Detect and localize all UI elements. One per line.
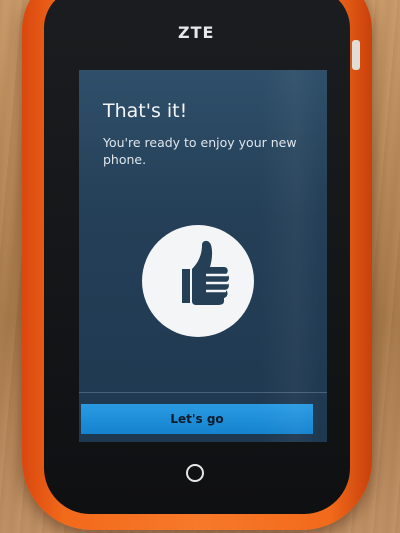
button-divider: [79, 392, 327, 393]
screen-subtitle: You're ready to enjoy your new phone.: [103, 135, 297, 167]
screen-title: That's it!: [103, 100, 188, 122]
home-button[interactable]: [186, 464, 204, 482]
thumbs-up-icon: [182, 240, 229, 305]
lets-go-button[interactable]: Let's go: [81, 404, 313, 434]
phone-screen: That's it! You're ready to enjoy your ne…: [79, 70, 327, 442]
phone-side-button: [352, 40, 360, 70]
brand-logo: ZTE: [178, 23, 215, 42]
thumbs-up-badge: [142, 225, 254, 337]
